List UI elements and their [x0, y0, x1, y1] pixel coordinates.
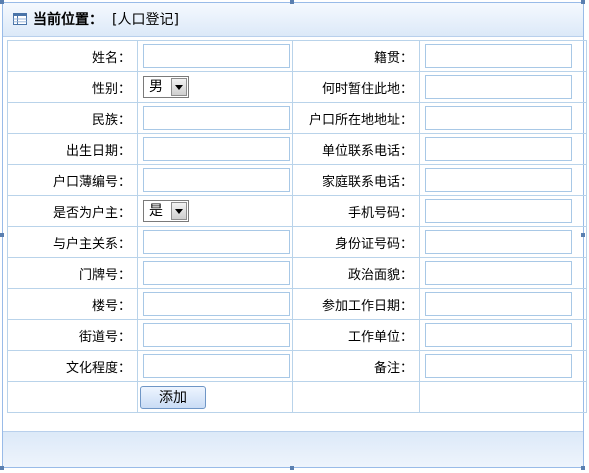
form-row: 文化程度： 备注： [7, 350, 587, 382]
house-number-input[interactable] [143, 261, 290, 285]
ethnicity-label: 民族： [7, 102, 138, 134]
street-number-input[interactable] [143, 323, 290, 347]
birth-date-label: 出生日期： [7, 133, 138, 165]
home-phone-input[interactable] [425, 168, 572, 192]
household-book-number-label: 户口薄编号： [7, 164, 138, 196]
street-number-label: 街道号： [7, 319, 138, 351]
current-location-label: 当前位置： [33, 12, 103, 28]
current-location-value: [人口登记] [112, 12, 179, 28]
household-address-label: 户口所在地地址： [292, 102, 420, 134]
work-phone-input[interactable] [425, 137, 572, 161]
is-head-select[interactable]: 是 [143, 200, 189, 222]
id-number-label: 身份证号码： [292, 226, 420, 258]
native-place-input[interactable] [425, 44, 572, 68]
form-row: 街道号： 工作单位： [7, 319, 587, 351]
form-row: 户口薄编号： 家庭联系电话： [7, 164, 587, 196]
household-book-number-input[interactable] [143, 168, 290, 192]
employer-label: 工作单位： [292, 319, 420, 351]
employer-input[interactable] [425, 323, 572, 347]
resize-handle[interactable] [581, 466, 585, 470]
resize-handle[interactable] [0, 0, 4, 4]
residence-since-label: 何时暂住此地： [292, 71, 420, 103]
registration-form: 姓名： 籍贯： 性别： 男 何时暂住此地： 民族： 户口所在地地址： 出生日期： [7, 40, 587, 413]
resize-handle[interactable] [0, 466, 4, 470]
chevron-down-icon[interactable] [171, 202, 187, 220]
mobile-input[interactable] [425, 199, 572, 223]
form-row: 民族： 户口所在地地址： [7, 102, 587, 134]
form-row: 与户主关系： 身份证号码： [7, 226, 587, 258]
political-status-label: 政治面貌： [292, 257, 420, 289]
form-row: 是否为户主： 是 手机号码： [7, 195, 587, 227]
work-start-date-input[interactable] [425, 292, 572, 316]
form-row: 楼号： 参加工作日期： [7, 288, 587, 320]
add-button[interactable]: 添加 [140, 385, 206, 409]
resize-handle[interactable] [290, 0, 294, 4]
mobile-label: 手机号码： [292, 195, 420, 227]
remarks-label: 备注： [292, 350, 420, 382]
empty-cell [7, 381, 138, 413]
form-row: 出生日期： 单位联系电话： [7, 133, 587, 165]
panel-header: 当前位置： [人口登记] [3, 3, 583, 37]
birth-date-input[interactable] [143, 137, 290, 161]
resize-handle[interactable] [0, 233, 4, 237]
home-phone-label: 家庭联系电话： [292, 164, 420, 196]
is-head-select-value: 是 [149, 203, 163, 219]
political-status-input[interactable] [425, 261, 572, 285]
empty-cell [292, 381, 420, 413]
household-address-input[interactable] [425, 106, 572, 130]
house-number-label: 门牌号： [7, 257, 138, 289]
native-place-label: 籍贯： [292, 40, 420, 72]
resize-handle[interactable] [581, 0, 585, 4]
name-label: 姓名： [7, 40, 138, 72]
education-input[interactable] [143, 354, 290, 378]
registration-panel: 当前位置： [人口登记] 姓名： 籍贯： 性别： 男 何时暂住此地： 民族： 户… [2, 2, 587, 468]
table-icon [13, 13, 27, 25]
relation-label: 与户主关系： [7, 226, 138, 258]
empty-cell [419, 381, 587, 413]
resize-handle[interactable] [290, 466, 294, 470]
form-row: 门牌号： 政治面貌： [7, 257, 587, 289]
gender-label: 性别： [7, 71, 138, 103]
form-row: 姓名： 籍贯： [7, 40, 587, 72]
relation-input[interactable] [143, 230, 290, 254]
form-actions-row: 添加 [7, 381, 587, 413]
building-number-label: 楼号： [7, 288, 138, 320]
work-phone-label: 单位联系电话： [292, 133, 420, 165]
id-number-input[interactable] [425, 230, 572, 254]
ethnicity-input[interactable] [143, 106, 290, 130]
name-input[interactable] [143, 44, 290, 68]
chevron-down-icon[interactable] [171, 78, 187, 96]
gender-select[interactable]: 男 [143, 76, 189, 98]
gender-select-value: 男 [149, 79, 163, 95]
building-number-input[interactable] [143, 292, 290, 316]
resize-handle[interactable] [581, 233, 585, 237]
panel-footer [3, 431, 583, 467]
is-head-label: 是否为户主： [7, 195, 138, 227]
residence-since-input[interactable] [425, 75, 572, 99]
remarks-input[interactable] [425, 354, 572, 378]
work-start-date-label: 参加工作日期： [292, 288, 420, 320]
form-row: 性别： 男 何时暂住此地： [7, 71, 587, 103]
education-label: 文化程度： [7, 350, 138, 382]
